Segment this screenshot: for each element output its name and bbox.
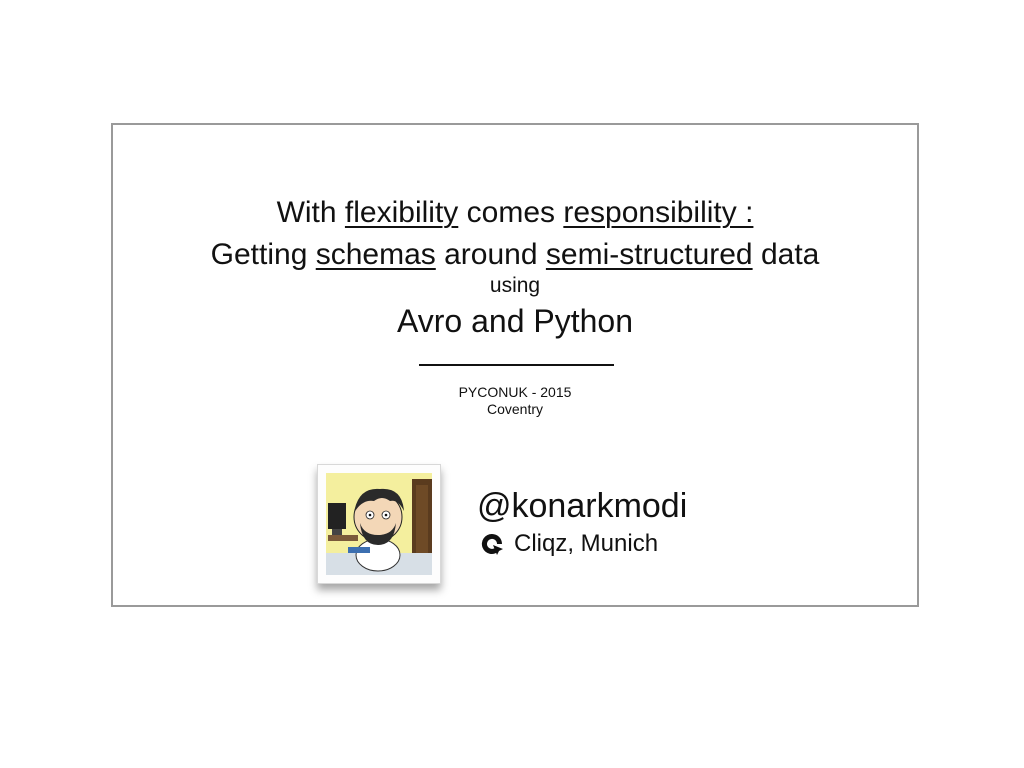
title-word: Getting — [210, 238, 308, 271]
title-underlined-word: flexibility — [344, 196, 459, 229]
divider-rule — [419, 364, 614, 366]
subtitle: Avro and Python — [396, 303, 633, 339]
slide: With flexibility comes responsibility : … — [0, 0, 1024, 768]
title-block: With flexibility comes responsibility : … — [111, 192, 919, 342]
title-word: data — [760, 238, 820, 271]
twitter-handle: @konarkmodi — [477, 487, 688, 525]
title-underlined-word: responsibility : — [563, 196, 754, 229]
cliqz-logo-icon — [481, 533, 503, 555]
title-word: comes — [466, 196, 555, 229]
avatar — [317, 464, 441, 584]
title-underlined-word: semi-structured — [545, 238, 753, 271]
title-line-1: With flexibility comes responsibility : — [111, 192, 919, 234]
title-line-2: Getting schemas around semi-structured d… — [111, 234, 919, 276]
company-name: Cliqz, Munich — [514, 530, 659, 557]
using-text: using — [489, 274, 541, 297]
event-info: PYCONUK - 2015 Coventry — [111, 384, 919, 418]
company: Cliqz, Munich — [480, 530, 658, 558]
title-word: around — [444, 238, 538, 271]
cartoon-avatar-icon — [326, 473, 432, 575]
event-name: PYCONUK - 2015 — [458, 384, 572, 400]
title-underlined-word: schemas — [315, 238, 436, 271]
title-word: With — [276, 196, 337, 229]
event-city: Coventry — [486, 401, 544, 417]
